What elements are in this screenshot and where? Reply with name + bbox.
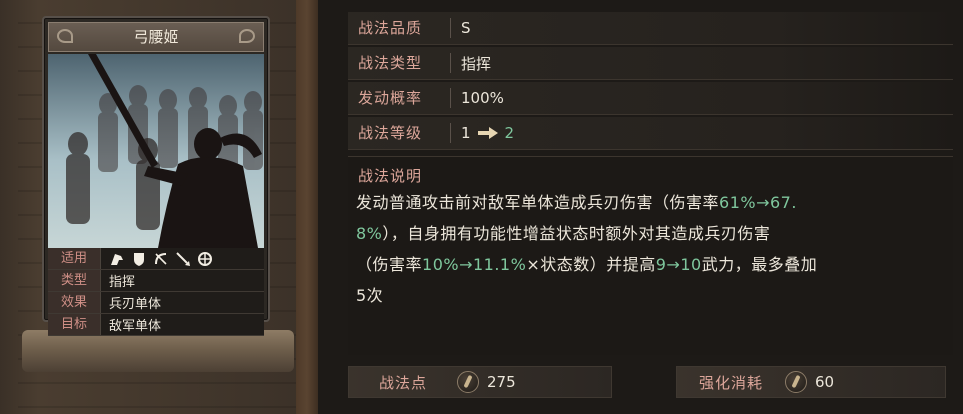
tactic-points-bar: 战法点 275	[348, 366, 612, 398]
level-current: 1	[461, 124, 471, 142]
ornament-icon	[57, 29, 73, 43]
description-box: 战法说明 发动普通攻击前对敌军单体造成兵刃伤害（伤害率61%→67. 8%），自身…	[348, 156, 953, 355]
description-line: 8%），自身拥有功能性增益状态时额外对其造成兵刃伤害	[356, 218, 946, 249]
tactic-points-value: 275	[487, 373, 516, 391]
description-segment: 武力，最多叠加	[701, 255, 818, 274]
attr-label: 效果	[48, 292, 101, 313]
bow-archer-icon	[153, 251, 169, 267]
description-text: 发动普通攻击前对敌军单体造成兵刃伤害（伤害率61%→67. 8%），自身拥有功能性…	[356, 187, 946, 311]
description-segment: 发动普通攻击前对敌军单体造成兵刃伤害（伤害率	[356, 193, 720, 212]
cavalry-icon	[109, 251, 125, 267]
upgrade-cost-bar: 强化消耗 60	[676, 366, 946, 398]
highlight-value: 10%→11.1%	[422, 255, 527, 274]
upgrade-cost-label: 强化消耗	[698, 373, 763, 392]
troop-type-icons	[101, 251, 213, 267]
attr-row-effect: 效果 兵刃单体	[48, 292, 264, 314]
wheel-siege-icon	[197, 251, 213, 267]
tactic-point-coin-icon	[785, 371, 807, 393]
tactic-point-coin-icon	[457, 371, 479, 393]
description-title: 战法说明	[358, 167, 423, 185]
attr-label: 适用	[48, 248, 101, 269]
card-artwork	[48, 54, 264, 248]
upgrade-cost-value: 60	[815, 373, 835, 391]
rate-label: 发动概率	[348, 88, 451, 108]
tactic-points-label: 战法点	[378, 373, 427, 392]
highlight-value: 61%→67.	[719, 193, 797, 212]
attr-row-applicable: 适用	[48, 248, 264, 270]
description-segment: ），自身拥有功能性增益状态时额外对其造成兵刃伤害	[382, 224, 771, 243]
attr-row-target: 目标 敌军单体	[48, 314, 264, 336]
type-label: 战法类型	[348, 53, 451, 73]
quality-value: S	[461, 19, 471, 37]
shield-infantry-icon	[131, 251, 147, 267]
attr-value: 指挥	[109, 275, 136, 290]
description-line: （伤害率10%→11.1%×状态数）并提高9→10武力，最多叠加	[356, 249, 946, 280]
description-segment: 5次	[356, 286, 384, 305]
description-line: 发动普通攻击前对敌军单体造成兵刃伤害（伤害率61%→67.	[356, 187, 946, 218]
highlight-value: 8%	[356, 224, 383, 243]
scroll-edge	[296, 0, 318, 414]
level-label: 战法等级	[348, 123, 451, 143]
description-segment: （伤害率	[356, 255, 423, 274]
level-row: 战法等级 1 2	[348, 117, 953, 150]
highlight-value: 9→10	[655, 255, 702, 274]
attr-label: 类型	[48, 270, 101, 291]
card-title-bar: 弓腰姬	[48, 22, 264, 52]
arrow-right-icon	[477, 126, 499, 140]
level-value: 1 2	[451, 124, 514, 142]
scroll-roll	[22, 330, 294, 372]
description-line: 5次	[356, 280, 946, 311]
tactic-card: 弓腰姬 适用 类型 指挥 效果 兵刃单体 目标 敌军单体	[42, 16, 270, 336]
attr-label: 目标	[48, 314, 101, 335]
tactic-detail-panel: 战法品质 S 战法类型 指挥 发动概率 100% 战法等级 1 2 战法说明 发…	[318, 0, 963, 414]
rate-row: 发动概率 100%	[348, 82, 953, 115]
quality-label: 战法品质	[348, 18, 451, 38]
type-row: 战法类型 指挥	[348, 47, 953, 80]
quality-row: 战法品质 S	[348, 12, 953, 45]
rate-value: 100%	[461, 89, 504, 107]
warrior-illustration	[66, 54, 263, 248]
attr-value: 兵刃单体	[109, 297, 162, 312]
spear-icon	[175, 251, 191, 267]
attribute-table: 适用 类型 指挥 效果 兵刃单体 目标 敌军单体	[48, 248, 264, 336]
attr-row-type: 类型 指挥	[48, 270, 264, 292]
description-segment: ×状态数）并提高	[526, 255, 656, 274]
tactic-name: 弓腰姬	[133, 28, 179, 46]
level-next: 2	[504, 124, 515, 142]
ornament-icon	[239, 29, 255, 43]
attr-value: 敌军单体	[109, 319, 162, 334]
type-value: 指挥	[461, 54, 492, 73]
